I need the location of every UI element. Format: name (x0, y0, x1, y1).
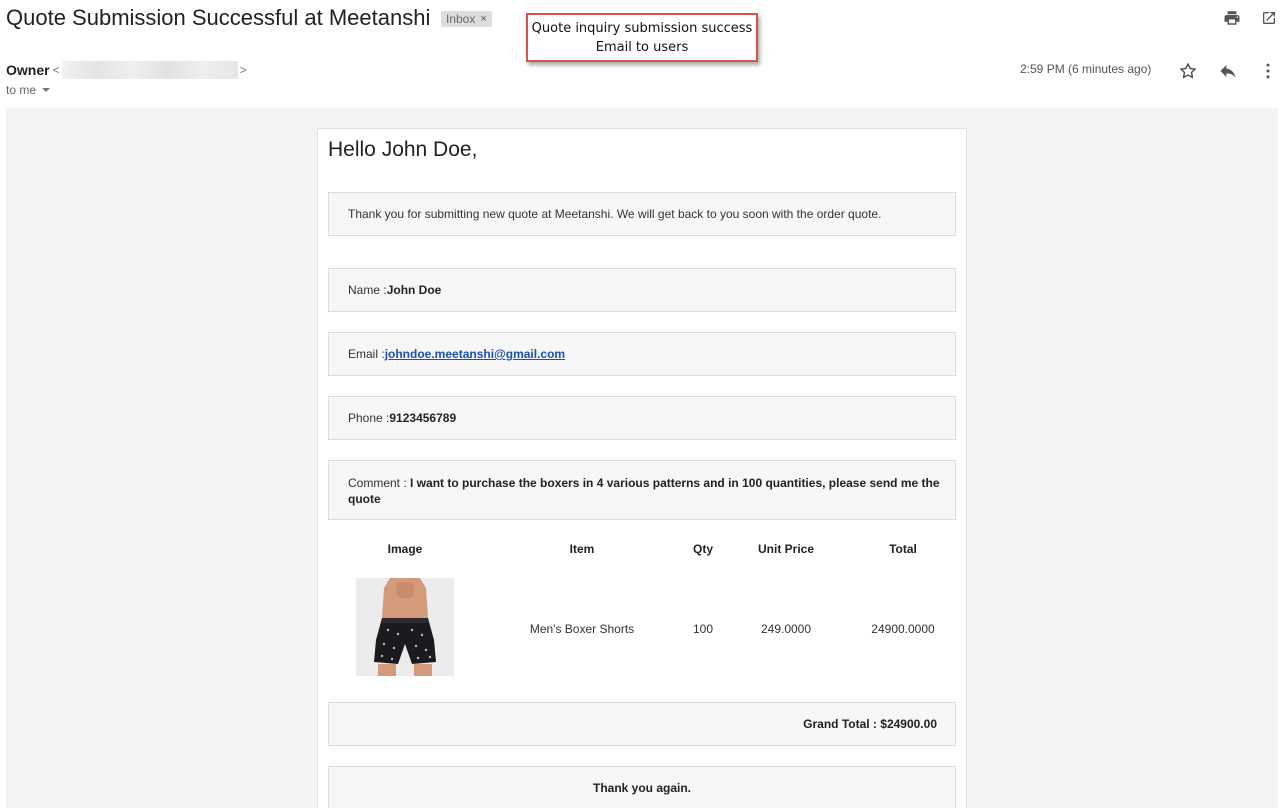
comment-value-line-2: quote (348, 492, 381, 506)
recipient-details-toggle[interactable]: to me (6, 83, 51, 97)
table-header-item: Item (569, 542, 595, 556)
comment-label: Comment : (348, 476, 411, 490)
comment-value-line-1: I want to purchase the boxers in 4 vario… (410, 476, 940, 490)
table-header-qty: Qty (692, 542, 713, 556)
more-vert-icon[interactable] (1257, 60, 1279, 82)
email-content-card: Hello John Doe, Thank you for submitting… (317, 128, 967, 808)
intro-message: Thank you for submitting new quote at Me… (348, 207, 882, 221)
recipient-text: to me (6, 83, 37, 97)
product-image (356, 578, 454, 676)
phone-value: 9123456789 (389, 411, 457, 425)
email-box: Email : johndoe.meetanshi@gmail.com (328, 332, 956, 376)
name-value: John Doe (386, 283, 442, 297)
grand-total-box: Grand Total : $24900.00 (328, 702, 956, 746)
thanks-box: Thank you again. (328, 766, 956, 808)
table-cell-item: Men's Boxer Shorts (529, 622, 635, 636)
remove-label-icon[interactable]: × (480, 13, 486, 25)
sender-info: Owner < > (6, 61, 247, 79)
table-cell-total: 24900.0000 (871, 622, 935, 636)
phone-label: Phone : (348, 411, 390, 425)
grand-total: Grand Total : $24900.00 (803, 717, 937, 731)
print-icon[interactable] (1222, 8, 1242, 28)
table-cell-unit-price: 249.0000 (760, 622, 812, 636)
email-link[interactable]: johndoe.meetanshi@gmail.com (385, 347, 565, 361)
intro-message-box: Thank you for submitting new quote at Me… (328, 192, 956, 236)
phone-box: Phone : 9123456789 (328, 396, 956, 440)
inbox-label-chip[interactable]: Inbox × (441, 11, 492, 27)
open-in-new-window-icon[interactable] (1259, 8, 1279, 28)
email-subject: Quote Submission Successful at Meetanshi (6, 5, 431, 30)
annotation-line-1: Quote inquiry submission success (531, 21, 753, 36)
greeting-heading: Hello John Doe, (328, 138, 478, 161)
name-label: Name : (348, 283, 387, 297)
inbox-label-text: Inbox (446, 12, 476, 26)
annotation-callout: Quote inquiry submission success Email t… (526, 13, 758, 62)
name-box: Name : John Doe (328, 268, 956, 312)
sender-name: Owner (6, 62, 50, 78)
annotation-line-2: Email to users (595, 40, 689, 55)
table-cell-qty: 100 (692, 622, 714, 636)
star-icon[interactable] (1177, 60, 1199, 82)
thanks-message: Thank you again. (592, 781, 691, 795)
chevron-down-icon (42, 88, 51, 92)
sender-bracket-close: > (239, 63, 247, 77)
email-timestamp: 2:59 PM (6 minutes ago) (1020, 62, 1152, 76)
email-label: Email : (348, 347, 385, 361)
reply-icon[interactable] (1217, 60, 1239, 82)
table-header-image: Image (387, 542, 423, 556)
comment-box: Comment : I want to purchase the boxers … (328, 460, 956, 520)
table-header-unit-price: Unit Price (757, 542, 814, 556)
redacted-sender-email (61, 61, 238, 79)
sender-bracket-open: < (52, 63, 60, 77)
table-header-total: Total (889, 542, 917, 556)
